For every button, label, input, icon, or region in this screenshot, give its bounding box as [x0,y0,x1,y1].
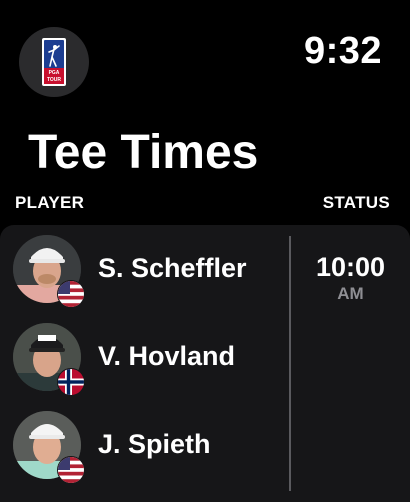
norway-flag-icon [57,368,85,396]
logo-text-bottom: TOUR [47,77,61,83]
tee-time-value: 10:00 [315,252,386,282]
player-row[interactable]: S. Scheffler [0,235,290,315]
app-logo-button[interactable]: PGA TOUR [19,27,89,97]
tee-time-ampm: AM [337,284,364,303]
page-title: Tee Times [28,126,259,179]
pga-tour-logo-icon: PGA TOUR [42,38,66,86]
player-row[interactable]: J. Spieth [0,411,290,491]
column-header-player: PLAYER [15,193,85,212]
column-header-status: STATUS [322,193,390,212]
usa-flag-icon [57,280,85,308]
tee-time-status: 10:00 AM [291,252,410,304]
logo-text-top: PGA [49,70,60,76]
player-name: S. Scheffler [98,253,247,283]
usa-flag-icon [57,456,85,484]
player-name: J. Spieth [98,429,211,459]
clock: 9:32 [303,30,382,72]
player-name: V. Hovland [98,341,236,371]
player-row[interactable]: V. Hovland [0,323,290,403]
watch-screen: PGA TOUR 9:32 Tee Times PLAYER STATUS S.… [0,0,410,502]
